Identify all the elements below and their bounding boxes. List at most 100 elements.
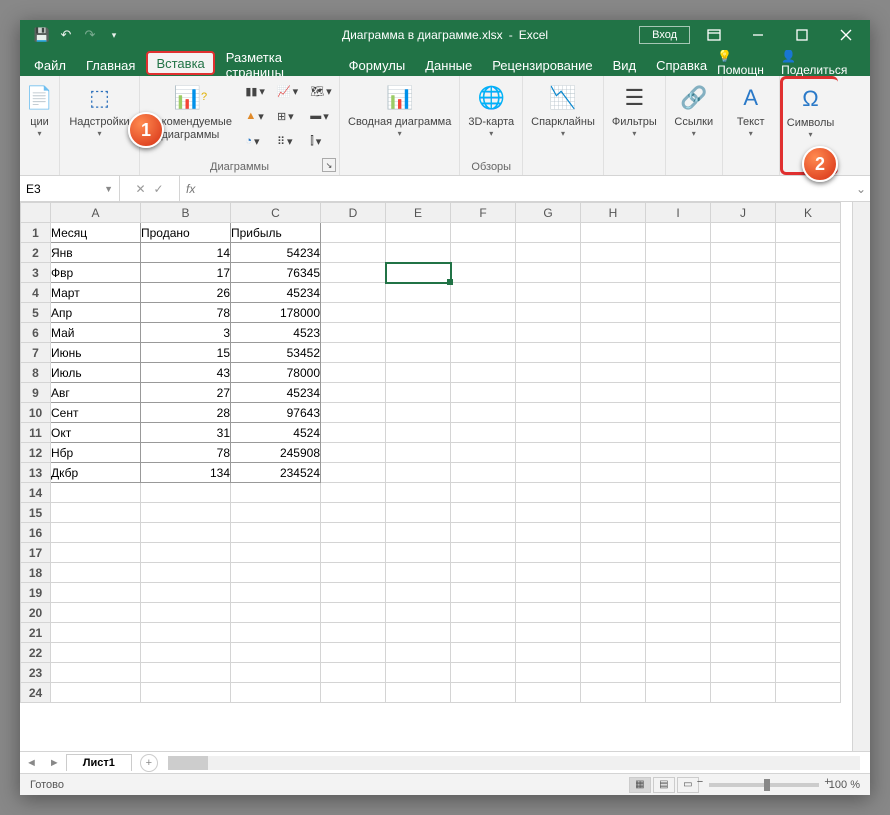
column-header[interactable]: I — [646, 203, 711, 223]
cell[interactable] — [646, 543, 711, 563]
sheet-nav-next-icon[interactable]: ► — [43, 757, 66, 769]
cell[interactable] — [321, 523, 386, 543]
cell[interactable]: 15 — [141, 343, 231, 363]
cell[interactable] — [581, 663, 646, 683]
tab-view[interactable]: Вид — [603, 50, 647, 76]
cell[interactable] — [581, 563, 646, 583]
cell[interactable] — [231, 603, 321, 623]
cell[interactable] — [776, 443, 841, 463]
cell[interactable] — [321, 323, 386, 343]
cell[interactable] — [776, 483, 841, 503]
cell[interactable] — [231, 683, 321, 703]
cell[interactable] — [581, 283, 646, 303]
save-icon[interactable]: 💾 — [34, 27, 50, 43]
cell[interactable] — [451, 303, 516, 323]
column-header[interactable]: J — [711, 203, 776, 223]
row-header[interactable]: 22 — [21, 643, 51, 663]
cell[interactable] — [581, 423, 646, 443]
cell[interactable] — [646, 423, 711, 443]
bar-chart-button[interactable]: ▮▮▾ — [242, 80, 268, 102]
tab-review[interactable]: Рецензирование — [482, 50, 602, 76]
cell[interactable] — [711, 683, 776, 703]
share-button[interactable]: 👤Поделиться — [781, 49, 854, 77]
cell[interactable] — [451, 223, 516, 243]
cell[interactable]: Янв — [51, 243, 141, 263]
row-header[interactable]: 9 — [21, 383, 51, 403]
cell[interactable]: 54234 — [231, 243, 321, 263]
cell[interactable] — [321, 623, 386, 643]
cell[interactable] — [646, 243, 711, 263]
cell[interactable] — [516, 303, 581, 323]
cell[interactable] — [711, 623, 776, 643]
cell[interactable] — [516, 623, 581, 643]
cell[interactable] — [776, 583, 841, 603]
cell[interactable]: 31 — [141, 423, 231, 443]
cell[interactable] — [581, 383, 646, 403]
addins-trunc-button[interactable]: 📄ции — [18, 80, 62, 141]
cell[interactable]: 4523 — [231, 323, 321, 343]
row-header[interactable]: 6 — [21, 323, 51, 343]
cell[interactable] — [451, 623, 516, 643]
cell[interactable] — [386, 343, 451, 363]
cell[interactable] — [776, 283, 841, 303]
cell[interactable] — [321, 303, 386, 323]
cell[interactable] — [581, 403, 646, 423]
cell[interactable] — [646, 643, 711, 663]
cell[interactable] — [516, 683, 581, 703]
cell[interactable] — [646, 403, 711, 423]
links-button[interactable]: 🔗Ссылки — [672, 80, 716, 141]
row-header[interactable]: 8 — [21, 363, 51, 383]
cell[interactable] — [646, 583, 711, 603]
cell[interactable] — [386, 523, 451, 543]
tab-file[interactable]: Файл — [24, 50, 76, 76]
cell[interactable] — [51, 503, 141, 523]
cell[interactable] — [711, 243, 776, 263]
cell[interactable] — [711, 323, 776, 343]
cell[interactable] — [386, 683, 451, 703]
cell[interactable] — [516, 383, 581, 403]
cell[interactable] — [646, 683, 711, 703]
column-header[interactable]: B — [141, 203, 231, 223]
cell[interactable] — [646, 343, 711, 363]
cell[interactable] — [231, 643, 321, 663]
cell[interactable] — [581, 323, 646, 343]
cell[interactable] — [776, 343, 841, 363]
cell[interactable]: 43 — [141, 363, 231, 383]
cell[interactable] — [776, 403, 841, 423]
hierarchy-chart-button[interactable]: ▲▾ — [242, 105, 268, 127]
cell[interactable]: Июнь — [51, 343, 141, 363]
cell[interactable] — [451, 283, 516, 303]
cell[interactable]: Сент — [51, 403, 141, 423]
cell[interactable]: 26 — [141, 283, 231, 303]
cell[interactable]: 234524 — [231, 463, 321, 483]
cell[interactable]: 14 — [141, 243, 231, 263]
cell[interactable] — [646, 323, 711, 343]
cell[interactable] — [321, 343, 386, 363]
cell[interactable] — [581, 483, 646, 503]
cell[interactable] — [321, 463, 386, 483]
cell[interactable] — [451, 523, 516, 543]
cell[interactable] — [321, 583, 386, 603]
text-button[interactable]: AТекст — [729, 80, 773, 141]
cell[interactable] — [321, 563, 386, 583]
cell[interactable] — [646, 283, 711, 303]
cancel-formula-icon[interactable]: ✕ — [135, 182, 145, 196]
cell[interactable]: 3 — [141, 323, 231, 343]
cell[interactable] — [321, 283, 386, 303]
cell[interactable] — [776, 563, 841, 583]
cell[interactable] — [776, 683, 841, 703]
cell[interactable] — [646, 563, 711, 583]
cell[interactable] — [386, 363, 451, 383]
cell[interactable] — [141, 563, 231, 583]
cell[interactable] — [776, 383, 841, 403]
cell[interactable] — [711, 283, 776, 303]
cell[interactable]: Прибыль — [231, 223, 321, 243]
cell[interactable]: Нбр — [51, 443, 141, 463]
accept-formula-icon[interactable]: ✓ — [154, 182, 164, 196]
column-header[interactable]: G — [516, 203, 581, 223]
cell[interactable] — [451, 263, 516, 283]
cell[interactable] — [646, 663, 711, 683]
cell[interactable] — [711, 263, 776, 283]
row-header[interactable]: 14 — [21, 483, 51, 503]
cell[interactable] — [711, 583, 776, 603]
